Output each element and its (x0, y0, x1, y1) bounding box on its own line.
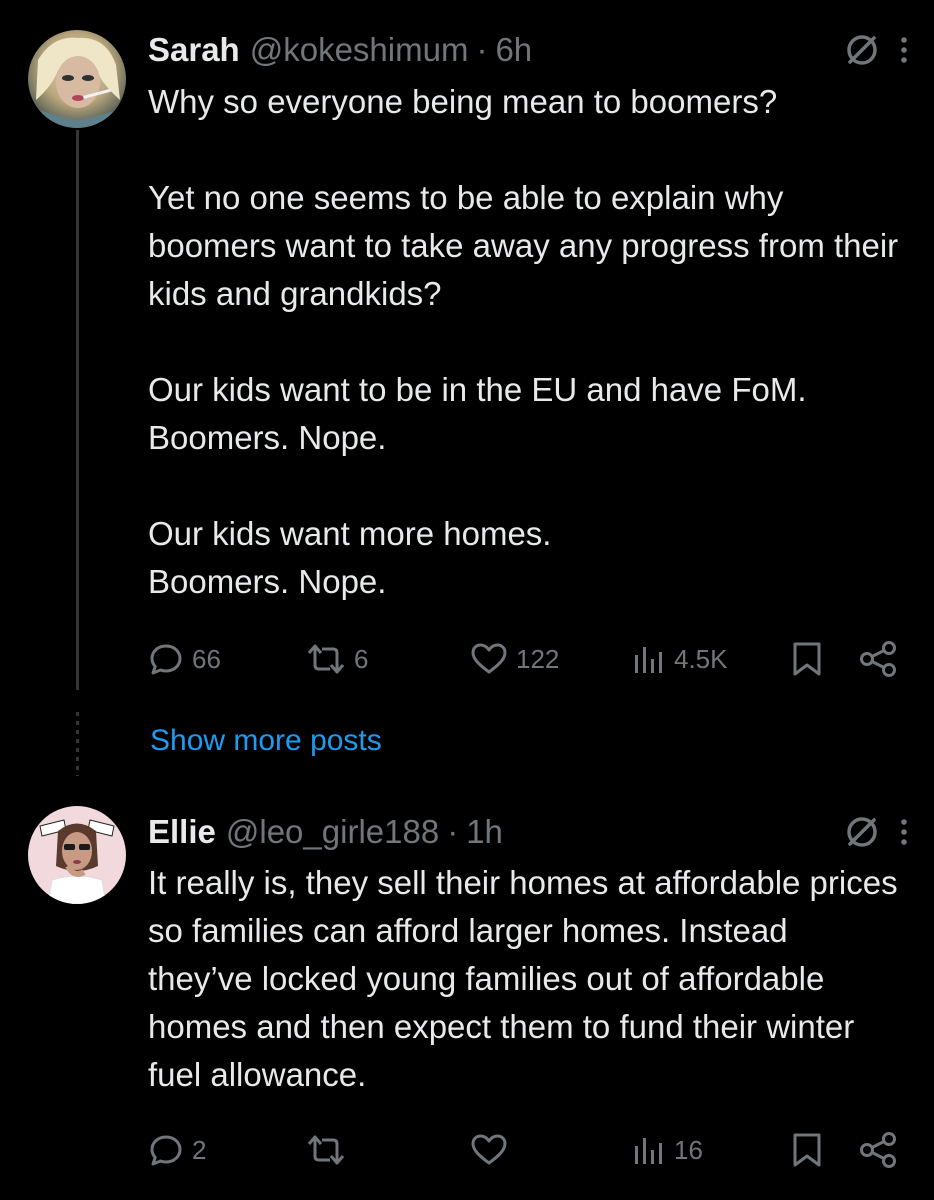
post-text: Why so everyone being mean to boomers? Y… (148, 83, 899, 600)
share-icon (860, 1132, 896, 1168)
share-button[interactable] (858, 639, 898, 679)
no-entry-circle-icon[interactable] (844, 814, 880, 850)
views-button[interactable]: 16 (630, 1130, 703, 1170)
thread-line (76, 130, 79, 690)
reply-bubble-icon (150, 644, 182, 675)
reply-button[interactable]: 66 (148, 639, 221, 679)
author-handle[interactable]: @kokeshimum (250, 31, 469, 69)
heart-icon (471, 1134, 507, 1165)
repost-count: 6 (354, 643, 369, 674)
post-time[interactable]: 1h (466, 813, 503, 851)
like-button[interactable]: 122 (470, 639, 559, 679)
avatar[interactable] (28, 30, 126, 128)
like-count: 122 (516, 643, 560, 674)
heart-icon (471, 643, 507, 674)
avatar-image (28, 30, 126, 128)
thread-collapsed-line (76, 712, 79, 776)
post-time[interactable]: 6h (495, 31, 532, 69)
author-handle[interactable]: @leo_girle188 (226, 813, 439, 851)
header-actions (844, 28, 910, 72)
bookmark-icon (793, 1133, 821, 1167)
show-more-posts-link[interactable]: Show more posts (150, 724, 382, 758)
repost-icon (307, 1135, 345, 1165)
separator: · (476, 31, 488, 68)
header-actions (844, 810, 910, 854)
author-name[interactable]: Sarah (148, 31, 240, 69)
bookmark-button[interactable] (790, 1130, 824, 1170)
repost-button[interactable] (306, 1130, 354, 1170)
repost-button[interactable]: 6 (306, 639, 368, 679)
post-text: It really is, they sell their homes at a… (148, 864, 898, 1093)
more-vertical-icon[interactable] (898, 814, 910, 850)
post-actions: 66 6 122 4.5K (148, 639, 904, 679)
views-bar-chart-icon (635, 647, 662, 673)
author-name[interactable]: Ellie (148, 813, 216, 851)
views-button[interactable]: 4.5K (630, 639, 728, 679)
views-count: 16 (674, 1134, 703, 1165)
like-button[interactable] (470, 1130, 516, 1170)
post-header: Sarah @kokeshimum · 6h (148, 28, 910, 72)
bookmark-icon (793, 642, 821, 676)
post-header: Ellie @leo_girle188 · 1h (148, 810, 910, 854)
more-vertical-icon[interactable] (898, 32, 910, 68)
reply-count: 66 (192, 643, 221, 674)
reply-button[interactable]: 2 (148, 1130, 206, 1170)
separator: · (447, 813, 459, 850)
avatar-image (28, 806, 126, 904)
reply-count: 2 (192, 1134, 207, 1165)
share-button[interactable] (858, 1130, 898, 1170)
views-count: 4.5K (674, 643, 728, 674)
bookmark-button[interactable] (790, 639, 824, 679)
avatar[interactable] (28, 806, 126, 904)
post-actions: 2 16 (148, 1130, 904, 1170)
repost-icon (307, 644, 345, 674)
reply-bubble-icon (150, 1135, 182, 1166)
views-bar-chart-icon (635, 1138, 662, 1164)
share-icon (860, 641, 896, 677)
no-entry-circle-icon[interactable] (844, 32, 880, 68)
